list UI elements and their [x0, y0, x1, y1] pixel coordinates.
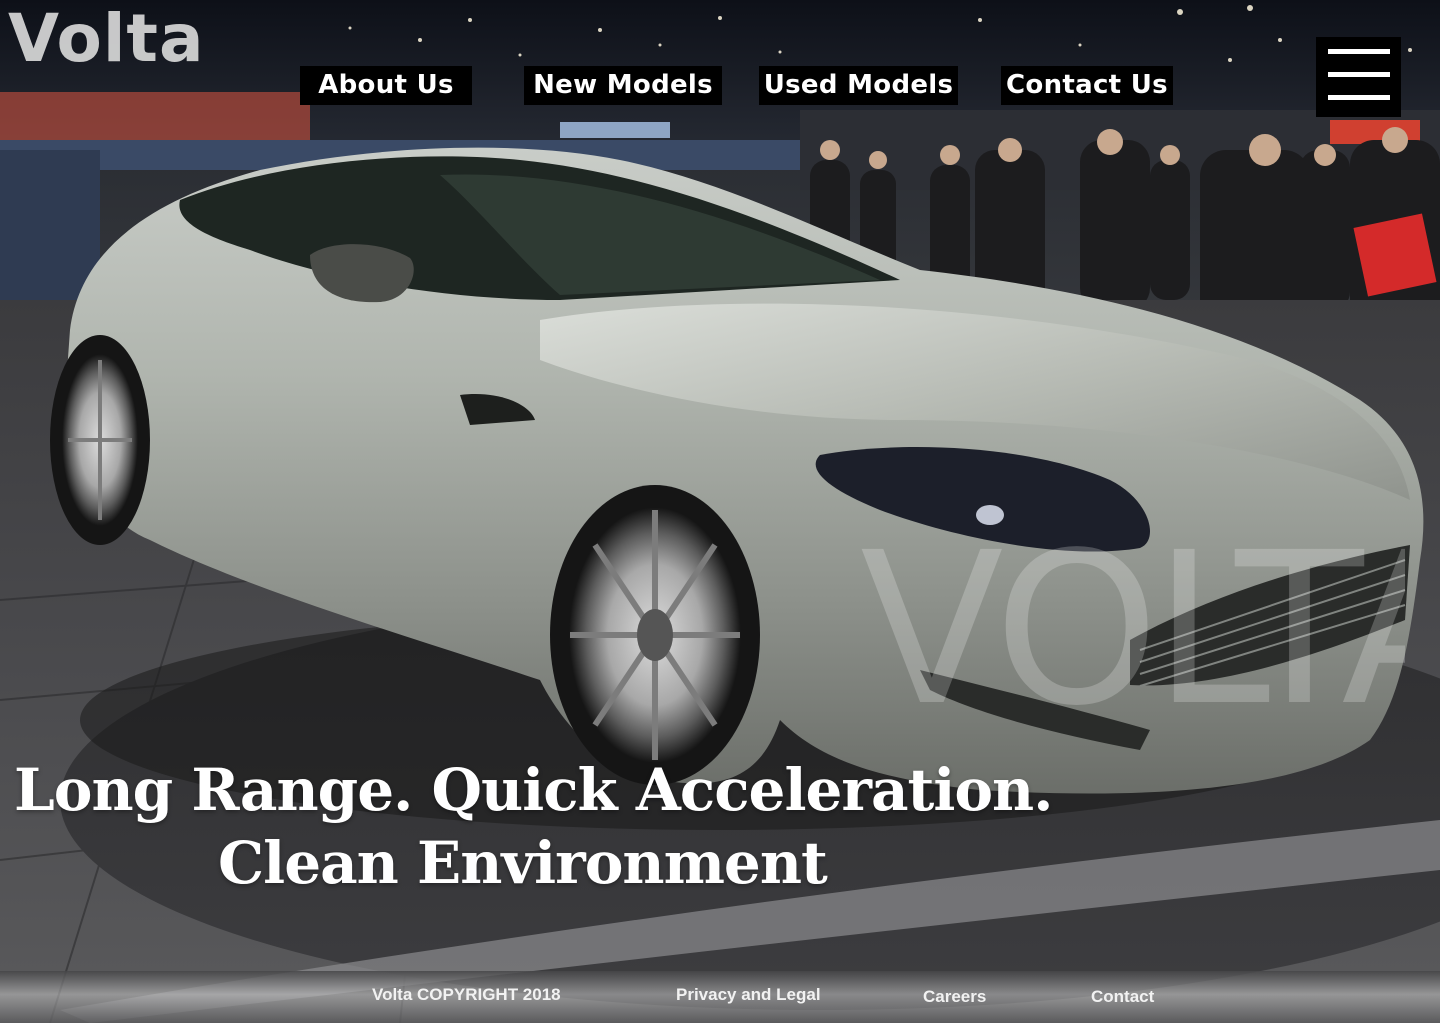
hero-headline-line-1: Long Range. Quick Acceleration. — [14, 756, 1053, 824]
menu-icon-bar-middle — [1328, 72, 1390, 77]
hamburger-menu-button[interactable] — [1316, 37, 1401, 117]
volta-watermark: VOLTA — [860, 520, 1405, 740]
menu-icon-bar-bottom — [1328, 95, 1390, 100]
nav-contact-us[interactable]: Contact Us — [1001, 66, 1173, 105]
brand-logo[interactable]: Volta — [8, 0, 205, 80]
footer: Volta COPYRIGHT 2018 Privacy and Legal C… — [0, 971, 1440, 1023]
menu-icon-bar-top — [1328, 49, 1390, 54]
footer-privacy-link[interactable]: Privacy and Legal — [676, 985, 821, 1005]
nav-about-us[interactable]: About Us — [300, 66, 472, 105]
footer-careers-link[interactable]: Careers — [923, 987, 986, 1007]
hero-headline-line-2: Clean Environment — [218, 829, 828, 897]
page: Volta About Us New Models Used Models Co… — [0, 0, 1440, 1023]
nav-used-models[interactable]: Used Models — [759, 66, 958, 105]
footer-copyright: Volta COPYRIGHT 2018 — [372, 985, 561, 1004]
nav-new-models[interactable]: New Models — [524, 66, 722, 105]
footer-contact-link[interactable]: Contact — [1091, 987, 1154, 1007]
